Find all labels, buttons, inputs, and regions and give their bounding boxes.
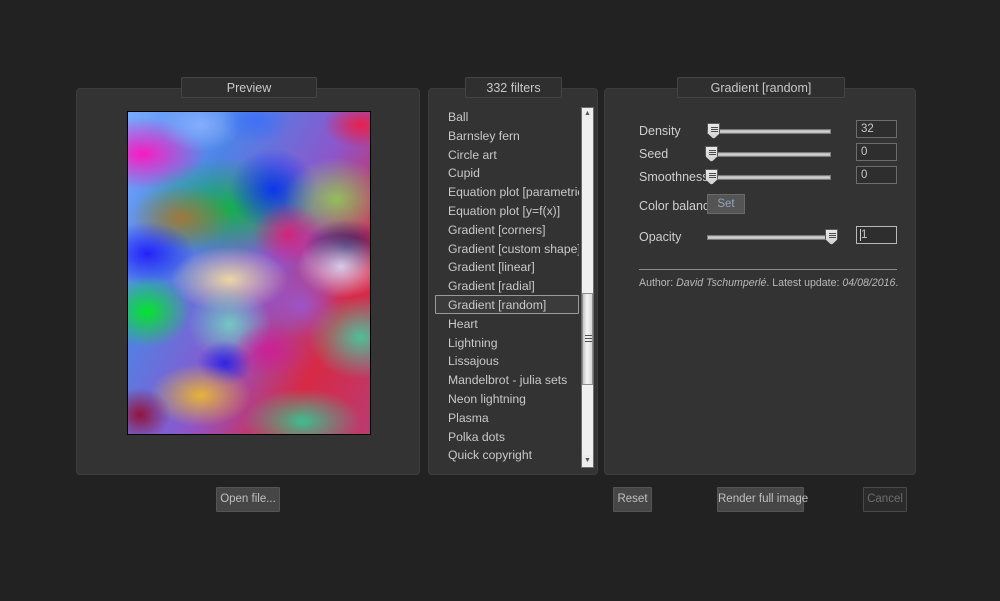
- list-item[interactable]: Polka dots: [435, 427, 579, 446]
- opacity-slider[interactable]: [707, 227, 838, 247]
- slider-track[interactable]: [707, 152, 831, 157]
- smoothness-slider[interactable]: [705, 167, 831, 187]
- list-item[interactable]: Cupid: [435, 163, 579, 182]
- author-mid: . Latest update:: [766, 277, 843, 289]
- list-item[interactable]: Neon lightning: [435, 389, 579, 408]
- handle-grip-icon: [709, 173, 716, 179]
- render-full-image-button[interactable]: Render full image: [717, 487, 808, 512]
- open-file-button[interactable]: Open file...: [216, 487, 280, 512]
- section-divider: [639, 269, 897, 270]
- param-label-opacity: Opacity: [639, 230, 682, 244]
- param-row-opacity: Opacity 1: [639, 226, 897, 247]
- slider-track[interactable]: [707, 129, 831, 134]
- author-credit: Author: David Tschumperlé. Latest update…: [639, 277, 898, 289]
- param-label-density: Density: [639, 124, 681, 138]
- preview-panel: Preview: [76, 77, 420, 475]
- param-row-seed: Seed 0: [639, 143, 897, 164]
- handle-grip-icon: [711, 127, 719, 133]
- handle-grip-icon: [829, 233, 836, 239]
- scroll-down-arrow-icon[interactable]: ▼: [582, 455, 593, 467]
- filters-panel-title: 332 filters: [465, 77, 562, 98]
- smoothness-value-field[interactable]: 0: [856, 166, 897, 184]
- author-name: David Tschumperlé: [676, 277, 767, 289]
- cancel-button[interactable]: Cancel: [863, 487, 907, 512]
- param-label-seed: Seed: [639, 147, 669, 161]
- author-date: 04/08/2016: [842, 277, 896, 289]
- slider-handle[interactable]: [707, 123, 721, 139]
- list-item[interactable]: Plasma: [435, 408, 579, 427]
- seed-value-field[interactable]: 0: [856, 143, 897, 161]
- list-item[interactable]: Mandelbrot - julia sets: [435, 370, 579, 389]
- author-prefix: Author:: [639, 277, 677, 289]
- filters-panel: 332 filters Ball Barnsley fern Circle ar…: [428, 77, 598, 475]
- seed-slider[interactable]: [705, 144, 831, 164]
- slider-handle[interactable]: [825, 229, 838, 245]
- reset-button[interactable]: Reset: [613, 487, 652, 512]
- list-item-selected[interactable]: Gradient [random]: [435, 294, 579, 314]
- handle-grip-icon: [709, 150, 716, 156]
- parameters-panel-title: Gradient [random]: [677, 77, 845, 98]
- list-item[interactable]: Quick copyright: [435, 445, 579, 464]
- list-item[interactable]: Heart: [435, 314, 579, 333]
- preview-panel-title: Preview: [181, 77, 317, 98]
- list-item[interactable]: Lissajous: [435, 351, 579, 370]
- param-label-color-balance: Color balance: [639, 199, 717, 213]
- slider-handle[interactable]: [705, 146, 718, 162]
- opacity-value-field[interactable]: 1: [856, 226, 897, 244]
- slider-track[interactable]: [707, 175, 831, 180]
- scrollbar-grip-icon: [585, 335, 592, 343]
- list-item[interactable]: Ball: [435, 107, 579, 126]
- slider-handle[interactable]: [705, 169, 718, 185]
- list-item[interactable]: Lightning: [435, 333, 579, 352]
- color-balance-set-button[interactable]: Set: [707, 194, 745, 214]
- gmic-filter-dialog: Preview Open file... 332 filters Ball Ba…: [0, 0, 1000, 601]
- filter-list-scrollbar[interactable]: ▲ ▼: [581, 107, 594, 468]
- list-item[interactable]: Gradient [linear]: [435, 257, 579, 276]
- param-label-smoothness: Smoothness: [639, 170, 709, 184]
- list-item[interactable]: Circle art: [435, 145, 579, 164]
- scrollbar-thumb[interactable]: [582, 293, 593, 385]
- slider-track[interactable]: [707, 235, 831, 240]
- author-suffix: .: [895, 277, 899, 289]
- parameters-panel: Gradient [random] Density 32 Seed 0 Smoo…: [604, 77, 916, 475]
- param-row-color-balance: Color balance Set: [639, 194, 897, 216]
- param-row-smoothness: Smoothness 0: [639, 166, 897, 187]
- density-slider[interactable]: [707, 121, 831, 141]
- list-item[interactable]: Equation plot [y=f(x)]: [435, 201, 579, 220]
- param-row-density: Density 32: [639, 120, 897, 141]
- scroll-up-arrow-icon[interactable]: ▲: [582, 108, 593, 120]
- list-item[interactable]: Barnsley fern: [435, 126, 579, 145]
- preview-image[interactable]: [127, 111, 371, 435]
- filter-list[interactable]: Ball Barnsley fern Circle art Cupid Equa…: [435, 107, 579, 468]
- list-item[interactable]: Equation plot [parametric]: [435, 182, 579, 201]
- list-item[interactable]: Gradient [radial]: [435, 276, 579, 295]
- density-value-field[interactable]: 32: [856, 120, 897, 138]
- list-item[interactable]: Gradient [corners]: [435, 220, 579, 239]
- list-item[interactable]: Gradient [custom shape]: [435, 239, 579, 258]
